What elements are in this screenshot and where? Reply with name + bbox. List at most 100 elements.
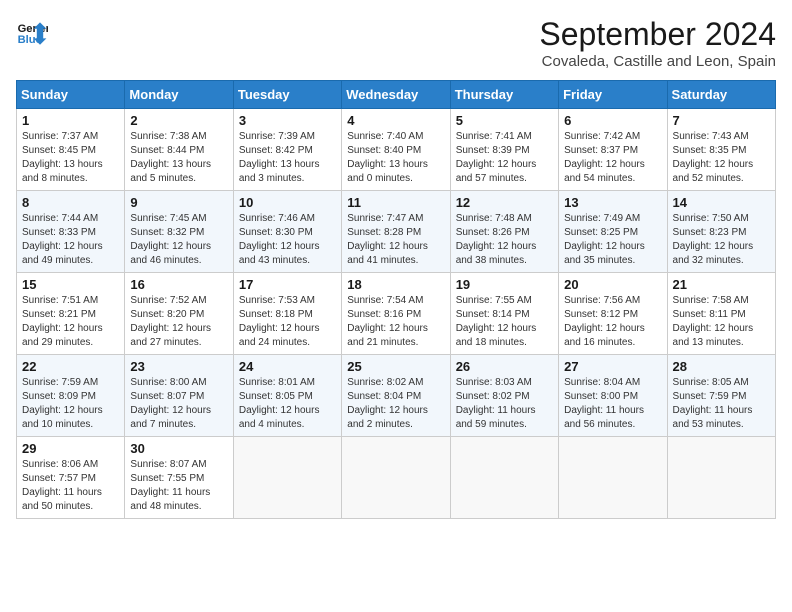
- calendar-cell: 28 Sunrise: 8:05 AMSunset: 7:59 PMDayligh…: [667, 355, 775, 437]
- calendar-cell: 4Sunrise: 7:40 AMSunset: 8:40 PMDaylight…: [342, 109, 450, 191]
- day-content: Sunrise: 7:55 AMSunset: 8:14 PMDaylight:…: [456, 294, 553, 350]
- calendar-cell: 15Sunrise: 7:51 AMSunset: 8:21 PMDayligh…: [17, 273, 125, 355]
- day-number: 19: [456, 277, 553, 292]
- day-number: 27: [564, 359, 661, 374]
- calendar-cell: [233, 437, 341, 519]
- day-content: Sunrise: 7:58 AMSunset: 8:11 PMDaylight:…: [673, 294, 770, 350]
- title-area: September 2024 Covaleda, Castille and Le…: [539, 16, 776, 70]
- calendar-cell: 1 Sunrise: 7:37 AMSunset: 8:45 PMDaylight…: [17, 109, 125, 191]
- day-content: Sunrise: 8:00 AMSunset: 8:07 PMDaylight:…: [130, 376, 227, 432]
- weekday-monday: Monday: [125, 81, 233, 109]
- day-content: Sunrise: 8:02 AMSunset: 8:04 PMDaylight:…: [347, 376, 444, 432]
- calendar-cell: 14 Sunrise: 7:50 AMSunset: 8:23 PMDayligh…: [667, 191, 775, 273]
- day-content: Sunrise: 8:04 AMSunset: 8:00 PMDaylight:…: [564, 376, 661, 432]
- day-number: 3: [239, 113, 336, 128]
- day-content: Sunrise: 7:41 AMSunset: 8:39 PMDaylight:…: [456, 130, 553, 186]
- day-number: 9: [130, 195, 227, 210]
- day-content: Sunrise: 7:48 AMSunset: 8:26 PMDaylight:…: [456, 212, 553, 268]
- page-header: General Blue September 2024 Covaleda, Ca…: [16, 16, 776, 70]
- day-content: Sunrise: 7:49 AMSunset: 8:25 PMDaylight:…: [564, 212, 661, 268]
- day-number: 17: [239, 277, 336, 292]
- day-content: Sunrise: 7:52 AMSunset: 8:20 PMDaylight:…: [130, 294, 227, 350]
- calendar-cell: 18 Sunrise: 7:54 AMSunset: 8:16 PMDayligh…: [342, 273, 450, 355]
- day-number: 20: [564, 277, 661, 292]
- day-content: Sunrise: 7:42 AMSunset: 8:37 PMDaylight:…: [564, 130, 661, 186]
- calendar-cell: 22Sunrise: 7:59 AMSunset: 8:09 PMDayligh…: [17, 355, 125, 437]
- calendar-cell: 25 Sunrise: 8:02 AMSunset: 8:04 PMDayligh…: [342, 355, 450, 437]
- day-number: 22: [22, 359, 119, 374]
- day-number: 21: [673, 277, 770, 292]
- day-content: Sunrise: 8:03 AMSunset: 8:02 PMDaylight:…: [456, 376, 553, 432]
- day-content: Sunrise: 7:37 AMSunset: 8:45 PMDaylight:…: [22, 130, 119, 186]
- day-content: Sunrise: 7:46 AMSunset: 8:30 PMDaylight:…: [239, 212, 336, 268]
- weekday-header-row: SundayMondayTuesdayWednesdayThursdayFrid…: [17, 81, 776, 109]
- day-number: 18: [347, 277, 444, 292]
- location-subtitle: Covaleda, Castille and Leon, Spain: [539, 53, 776, 70]
- calendar-cell: 10 Sunrise: 7:46 AMSunset: 8:30 PMDayligh…: [233, 191, 341, 273]
- day-number: 15: [22, 277, 119, 292]
- calendar-cell: [559, 437, 667, 519]
- calendar-cell: 2 Sunrise: 7:38 AMSunset: 8:44 PMDaylight…: [125, 109, 233, 191]
- day-content: Sunrise: 7:47 AMSunset: 8:28 PMDaylight:…: [347, 212, 444, 268]
- day-number: 28: [673, 359, 770, 374]
- calendar-cell: 12 Sunrise: 7:48 AMSunset: 8:26 PMDayligh…: [450, 191, 558, 273]
- day-content: Sunrise: 7:44 AMSunset: 8:33 PMDaylight:…: [22, 212, 119, 268]
- day-number: 8: [22, 195, 119, 210]
- day-number: 7: [673, 113, 770, 128]
- weekday-tuesday: Tuesday: [233, 81, 341, 109]
- day-content: Sunrise: 8:05 AMSunset: 7:59 PMDaylight:…: [673, 376, 770, 432]
- day-content: Sunrise: 7:54 AMSunset: 8:16 PMDaylight:…: [347, 294, 444, 350]
- day-number: 12: [456, 195, 553, 210]
- week-row-5: 29 Sunrise: 8:06 AMSunset: 7:57 PMDayligh…: [17, 437, 776, 519]
- day-content: Sunrise: 7:39 AMSunset: 8:42 PMDaylight:…: [239, 130, 336, 186]
- day-number: 24: [239, 359, 336, 374]
- weekday-wednesday: Wednesday: [342, 81, 450, 109]
- calendar-body: 1 Sunrise: 7:37 AMSunset: 8:45 PMDaylight…: [17, 109, 776, 519]
- calendar-cell: 23Sunrise: 8:00 AMSunset: 8:07 PMDayligh…: [125, 355, 233, 437]
- calendar-cell: 11 Sunrise: 7:47 AMSunset: 8:28 PMDayligh…: [342, 191, 450, 273]
- calendar-cell: [450, 437, 558, 519]
- calendar-cell: 8 Sunrise: 7:44 AMSunset: 8:33 PMDaylight…: [17, 191, 125, 273]
- calendar-cell: 13 Sunrise: 7:49 AMSunset: 8:25 PMDayligh…: [559, 191, 667, 273]
- day-number: 2: [130, 113, 227, 128]
- day-number: 11: [347, 195, 444, 210]
- week-row-2: 8 Sunrise: 7:44 AMSunset: 8:33 PMDaylight…: [17, 191, 776, 273]
- week-row-1: 1 Sunrise: 7:37 AMSunset: 8:45 PMDaylight…: [17, 109, 776, 191]
- weekday-friday: Friday: [559, 81, 667, 109]
- day-number: 29: [22, 441, 119, 456]
- day-content: Sunrise: 7:50 AMSunset: 8:23 PMDaylight:…: [673, 212, 770, 268]
- calendar-cell: 17 Sunrise: 7:53 AMSunset: 8:18 PMDayligh…: [233, 273, 341, 355]
- day-content: Sunrise: 8:07 AMSunset: 7:55 PMDaylight:…: [130, 458, 227, 514]
- calendar-cell: 7 Sunrise: 7:43 AMSunset: 8:35 PMDaylight…: [667, 109, 775, 191]
- calendar-cell: 21 Sunrise: 7:58 AMSunset: 8:11 PMDayligh…: [667, 273, 775, 355]
- day-number: 14: [673, 195, 770, 210]
- day-number: 1: [22, 113, 119, 128]
- day-number: 25: [347, 359, 444, 374]
- calendar-cell: 19 Sunrise: 7:55 AMSunset: 8:14 PMDayligh…: [450, 273, 558, 355]
- day-content: Sunrise: 7:56 AMSunset: 8:12 PMDaylight:…: [564, 294, 661, 350]
- calendar-cell: 27 Sunrise: 8:04 AMSunset: 8:00 PMDayligh…: [559, 355, 667, 437]
- day-number: 5: [456, 113, 553, 128]
- day-number: 10: [239, 195, 336, 210]
- day-content: Sunrise: 7:38 AMSunset: 8:44 PMDaylight:…: [130, 130, 227, 186]
- day-content: Sunrise: 7:53 AMSunset: 8:18 PMDaylight:…: [239, 294, 336, 350]
- weekday-sunday: Sunday: [17, 81, 125, 109]
- calendar-table: SundayMondayTuesdayWednesdayThursdayFrid…: [16, 80, 776, 519]
- calendar-cell: 9 Sunrise: 7:45 AMSunset: 8:32 PMDaylight…: [125, 191, 233, 273]
- day-content: Sunrise: 8:06 AMSunset: 7:57 PMDaylight:…: [22, 458, 119, 514]
- week-row-4: 22Sunrise: 7:59 AMSunset: 8:09 PMDayligh…: [17, 355, 776, 437]
- day-number: 13: [564, 195, 661, 210]
- week-row-3: 15Sunrise: 7:51 AMSunset: 8:21 PMDayligh…: [17, 273, 776, 355]
- day-number: 26: [456, 359, 553, 374]
- calendar-cell: 16 Sunrise: 7:52 AMSunset: 8:20 PMDayligh…: [125, 273, 233, 355]
- calendar-cell: [667, 437, 775, 519]
- calendar-cell: 30Sunrise: 8:07 AMSunset: 7:55 PMDayligh…: [125, 437, 233, 519]
- day-number: 16: [130, 277, 227, 292]
- day-content: Sunrise: 7:43 AMSunset: 8:35 PMDaylight:…: [673, 130, 770, 186]
- weekday-saturday: Saturday: [667, 81, 775, 109]
- weekday-thursday: Thursday: [450, 81, 558, 109]
- calendar-cell: 24Sunrise: 8:01 AMSunset: 8:05 PMDayligh…: [233, 355, 341, 437]
- calendar-cell: 5 Sunrise: 7:41 AMSunset: 8:39 PMDaylight…: [450, 109, 558, 191]
- calendar-cell: 26 Sunrise: 8:03 AMSunset: 8:02 PMDayligh…: [450, 355, 558, 437]
- day-content: Sunrise: 7:45 AMSunset: 8:32 PMDaylight:…: [130, 212, 227, 268]
